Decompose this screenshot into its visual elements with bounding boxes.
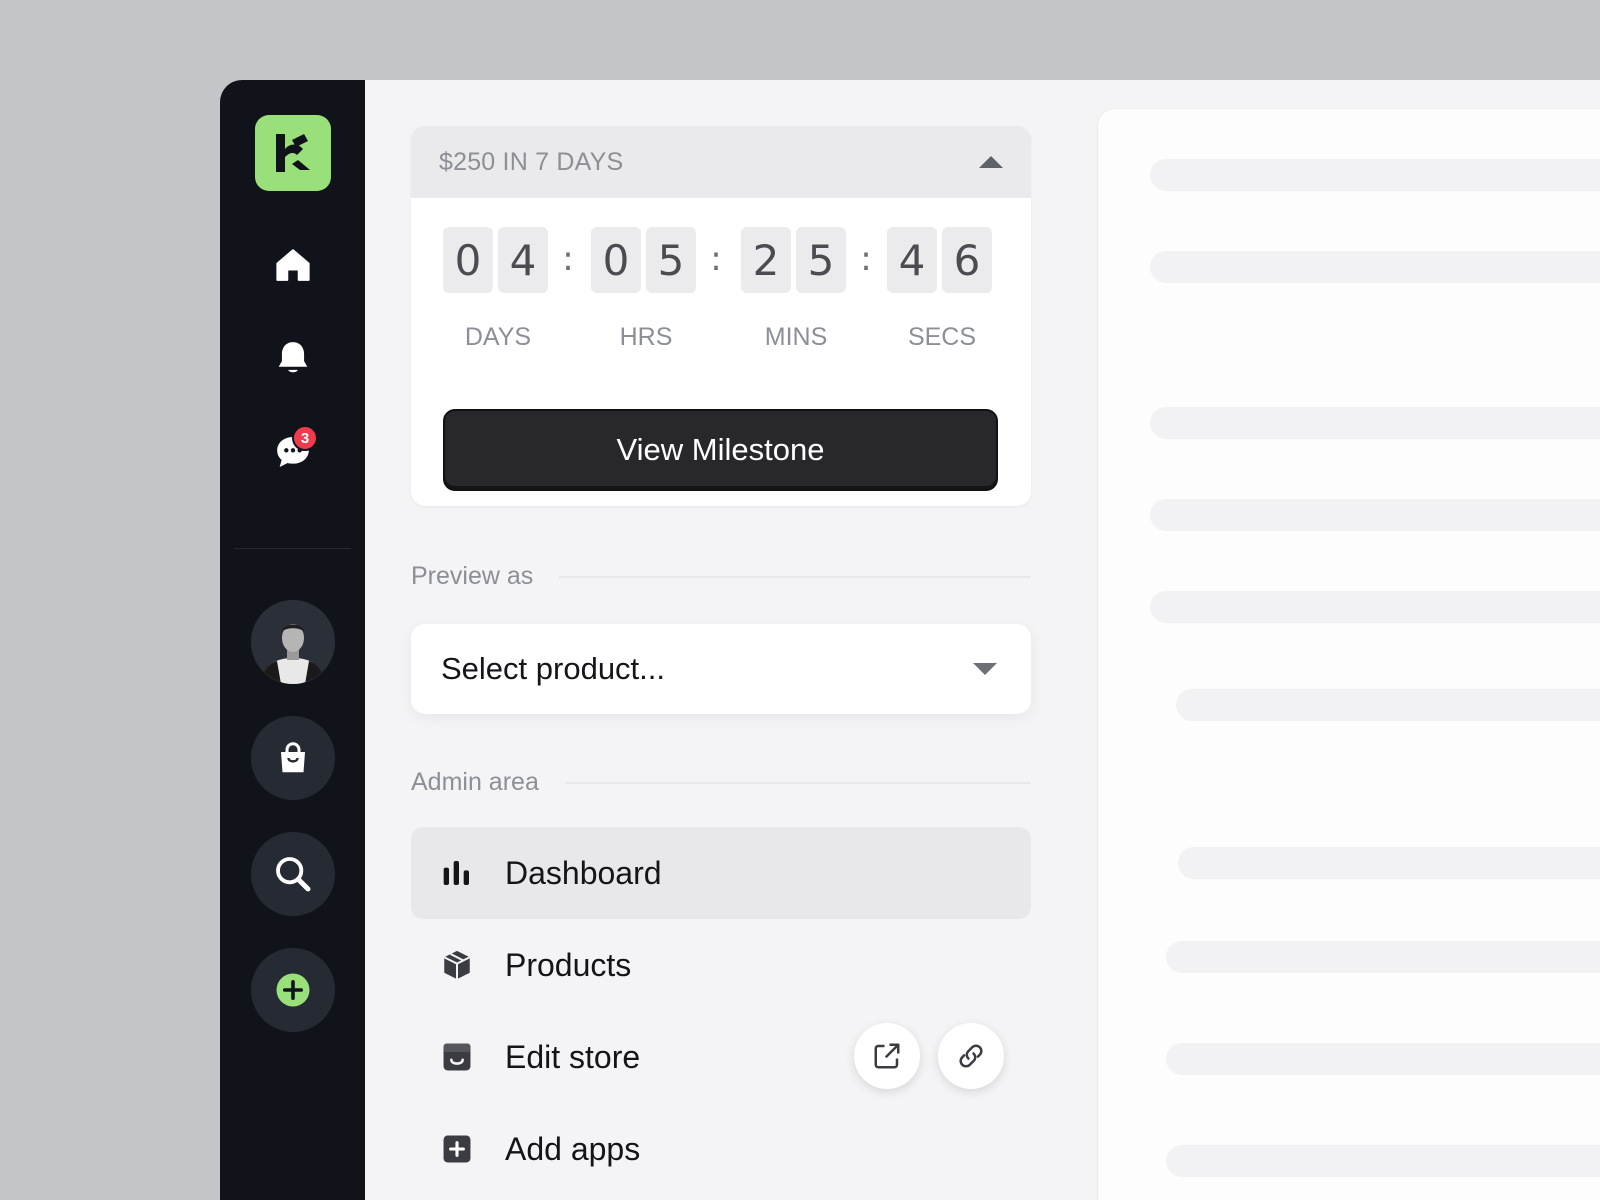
chat-icon[interactable]: 3 xyxy=(268,425,318,477)
hours-label: HRS xyxy=(619,323,673,351)
mins-label: MINS xyxy=(764,323,828,351)
preview-section: Preview as xyxy=(411,562,1031,591)
content-panel xyxy=(1097,108,1600,1200)
bell-icon[interactable] xyxy=(268,333,318,383)
plus-square-icon xyxy=(439,1131,475,1167)
skeleton-line xyxy=(1150,499,1600,531)
menu-item-dashboard[interactable]: Dashboard xyxy=(411,827,1031,919)
hours-digit-1: 0 xyxy=(591,227,641,293)
chevron-up-icon[interactable] xyxy=(979,156,1003,168)
skeleton-line xyxy=(1150,251,1600,283)
time-separator: : xyxy=(860,239,872,279)
skeleton-line xyxy=(1166,941,1600,973)
divider xyxy=(559,575,1031,578)
menu-item-label: Edit store xyxy=(505,1038,641,1075)
shopping-bag-icon[interactable] xyxy=(251,716,335,800)
skeleton-line xyxy=(1150,407,1600,439)
share-icon[interactable] xyxy=(854,1023,920,1089)
days-label: DAYS xyxy=(464,323,532,351)
secs-digit-1: 4 xyxy=(887,227,937,293)
mins-digit-2: 5 xyxy=(796,227,846,293)
admin-label: Admin area xyxy=(411,768,539,796)
product-select[interactable]: Select product... xyxy=(411,624,1031,714)
skeleton-line xyxy=(1150,159,1600,191)
store-icon xyxy=(439,1039,475,1075)
sidebar-divider xyxy=(234,548,351,549)
search-icon[interactable] xyxy=(251,832,335,916)
bar-chart-icon xyxy=(439,855,475,891)
app-window: 3 $250 IN 7 DAYS 0 4: 0 5: 2 5: 4 6 D… xyxy=(220,80,1600,1200)
time-separator: : xyxy=(562,239,574,279)
menu-item-products[interactable]: Products xyxy=(411,919,1031,1011)
chevron-down-icon xyxy=(973,663,997,675)
divider xyxy=(564,781,1031,784)
menu-item-add-apps[interactable]: Add apps xyxy=(411,1103,1031,1195)
preview-label: Preview as xyxy=(411,562,534,590)
time-separator: : xyxy=(710,239,722,279)
hours-digit-2: 5 xyxy=(646,227,696,293)
menu-item-label: Products xyxy=(505,946,632,983)
main-column: $250 IN 7 DAYS 0 4 : 0 5 : 2 5 : 4 6 DAY… xyxy=(411,80,1147,1200)
menu-item-label: Add apps xyxy=(505,1130,641,1167)
milestone-title: $250 IN 7 DAYS xyxy=(439,147,624,176)
home-icon[interactable] xyxy=(268,240,318,290)
milestone-card: $250 IN 7 DAYS 0 4 : 0 5 : 2 5 : 4 6 DAY… xyxy=(411,126,1031,506)
avatar[interactable] xyxy=(251,600,335,684)
skeleton-line xyxy=(1166,1145,1600,1177)
view-milestone-button[interactable]: View Milestone xyxy=(443,409,998,491)
sidebar: 3 xyxy=(220,80,365,1200)
milestone-header[interactable]: $250 IN 7 DAYS xyxy=(411,126,1031,198)
brand-logo-icon[interactable] xyxy=(255,115,331,191)
skeleton-line xyxy=(1178,847,1600,879)
admin-section: Admin area xyxy=(411,768,1031,797)
product-select-value: Select product... xyxy=(441,651,666,686)
box-icon xyxy=(439,947,475,983)
secs-digit-2: 6 xyxy=(942,227,992,293)
secs-label: SECS xyxy=(907,323,977,351)
messages-badge: 3 xyxy=(292,425,318,451)
menu-item-label: Dashboard xyxy=(505,854,662,891)
days-digit-2: 4 xyxy=(498,227,548,293)
mins-digit-1: 2 xyxy=(741,227,791,293)
plus-circle-icon[interactable] xyxy=(251,948,335,1032)
skeleton-line xyxy=(1166,1043,1600,1075)
days-digit-1: 0 xyxy=(443,227,493,293)
link-icon[interactable] xyxy=(938,1023,1004,1089)
skeleton-line xyxy=(1150,591,1600,623)
skeleton-line xyxy=(1176,689,1600,721)
menu-item-edit-store[interactable]: Edit store xyxy=(411,1011,1031,1103)
